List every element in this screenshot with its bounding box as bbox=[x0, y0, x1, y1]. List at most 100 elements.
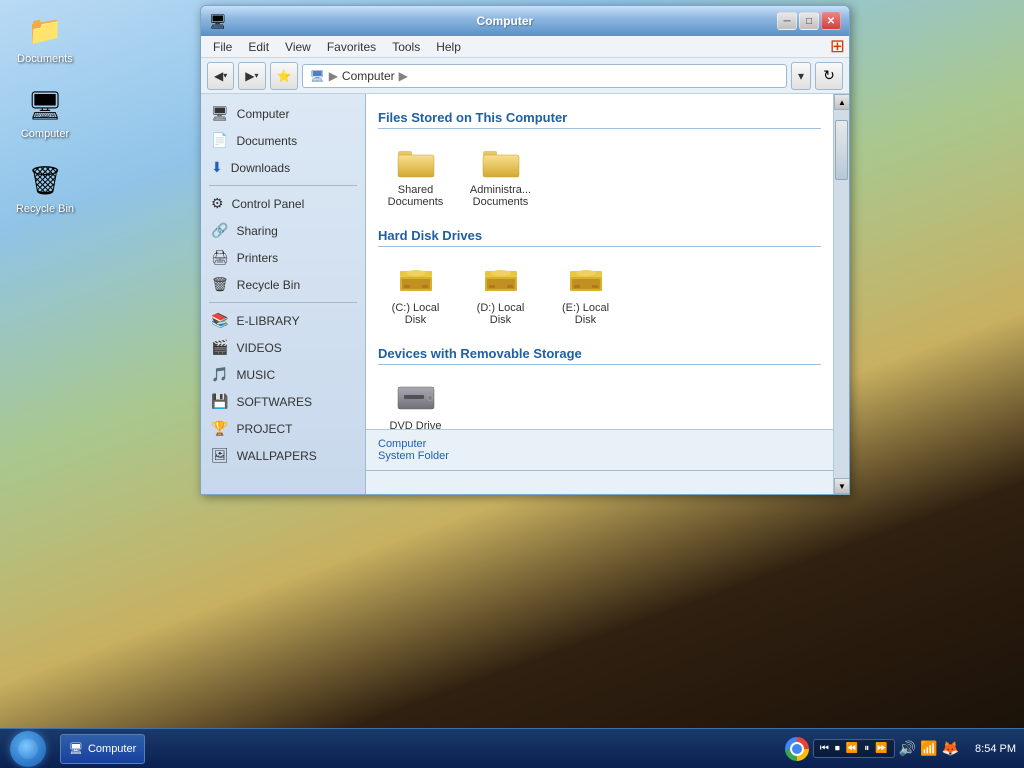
sidebar-item-project[interactable]: 🏆 PROJECT bbox=[201, 415, 365, 442]
sidebar-item-printers[interactable]: 🖨 Printers bbox=[201, 244, 365, 271]
sidebar-sharing-label: Sharing bbox=[236, 224, 277, 238]
address-separator: ▶ bbox=[329, 69, 338, 83]
printers-icon: 🖨 bbox=[211, 249, 229, 266]
recycle-bin-icon: 🗑 bbox=[25, 160, 65, 200]
system-clock[interactable]: 8:54 PM bbox=[967, 743, 1024, 755]
file-item-admin-docs[interactable]: Administra... Documents bbox=[463, 139, 538, 212]
media-controls: ⏮ ⏹ ⏪ ⏸ ⏩ bbox=[813, 739, 895, 758]
documents-label: Documents bbox=[17, 53, 73, 65]
scroll-track[interactable] bbox=[834, 110, 849, 478]
menu-view[interactable]: View bbox=[277, 38, 319, 56]
file-item-disk-e[interactable]: (E:) Local Disk bbox=[548, 257, 623, 330]
sidebar-item-computer[interactable]: 🖥 Computer bbox=[201, 100, 365, 127]
computer-icon: 🖥 bbox=[25, 85, 65, 125]
computer-label: Computer bbox=[21, 128, 69, 140]
chrome-tray-icon[interactable] bbox=[785, 737, 809, 761]
sidebar-videos-label: VIDEOS bbox=[236, 341, 281, 355]
wallpapers-icon: 🖼 bbox=[211, 447, 229, 464]
window-icon: 🖥 bbox=[209, 13, 227, 30]
sidebar-control-panel-label: Control Panel bbox=[232, 197, 305, 211]
sidebar-item-videos[interactable]: 🎬 VIDEOS bbox=[201, 334, 365, 361]
disk-e-icon bbox=[564, 261, 608, 299]
address-dropdown-button[interactable]: ▾ bbox=[791, 62, 811, 90]
tray-speaker-icon[interactable]: 🔊 bbox=[899, 740, 916, 757]
desktop-icon-computer[interactable]: 🖥 Computer bbox=[10, 85, 80, 140]
file-area: Files Stored on This Computer bbox=[366, 94, 833, 429]
softwares-icon: 💾 bbox=[211, 393, 228, 410]
desktop-icon-recycle[interactable]: 🗑 Recycle Bin bbox=[10, 160, 80, 215]
sidebar-item-softwares[interactable]: 💾 SOFTWARES bbox=[201, 388, 365, 415]
start-button[interactable] bbox=[0, 731, 56, 767]
close-button[interactable]: ✕ bbox=[821, 12, 841, 30]
scrollbar[interactable]: ▲ ▼ bbox=[833, 94, 849, 494]
tray-firefox-icon[interactable]: 🦊 bbox=[942, 740, 959, 757]
recent-pages-button[interactable]: ⭐ bbox=[270, 62, 299, 90]
media-stop-button[interactable]: ⏹ bbox=[833, 742, 842, 755]
sidebar-wallpapers-label: WALLPAPERS bbox=[237, 449, 317, 463]
taskbar-computer-icon: 🖥 bbox=[69, 742, 83, 755]
window-controls: ─ □ ✕ bbox=[777, 12, 841, 30]
computer-sidebar-icon: 🖥 bbox=[211, 105, 229, 122]
file-item-disk-c[interactable]: (C:) Local Disk bbox=[378, 257, 453, 330]
menu-edit[interactable]: Edit bbox=[240, 38, 277, 56]
dvd-icon bbox=[394, 379, 438, 417]
music-icon: 🎵 bbox=[211, 366, 228, 383]
status-bar bbox=[366, 470, 833, 494]
sharing-icon: 🔗 bbox=[211, 222, 228, 239]
address-bar[interactable]: 🖥 ▶ Computer ▶ bbox=[302, 64, 787, 88]
menu-tools[interactable]: Tools bbox=[384, 38, 428, 56]
scroll-thumb[interactable] bbox=[835, 120, 848, 180]
file-item-dvd[interactable]: DVD Drive bbox=[378, 375, 453, 429]
address-bar-computer-icon: 🖥 bbox=[309, 69, 324, 83]
forward-button[interactable]: ▶ ▾ bbox=[238, 62, 265, 90]
sidebar-item-music[interactable]: 🎵 MUSIC bbox=[201, 361, 365, 388]
tray-network-icon[interactable]: 📶 bbox=[920, 740, 937, 757]
back-button[interactable]: ◀ ▾ bbox=[207, 62, 234, 90]
file-item-disk-d[interactable]: (D:) Local Disk bbox=[463, 257, 538, 330]
sidebar-music-label: MUSIC bbox=[236, 368, 275, 382]
sidebar-item-documents[interactable]: 📄 Documents bbox=[201, 127, 365, 154]
sidebar-item-recycle-bin[interactable]: 🗑 Recycle Bin bbox=[201, 271, 365, 298]
menu-favorites[interactable]: Favorites bbox=[319, 38, 384, 56]
menu-help[interactable]: Help bbox=[428, 38, 469, 56]
menu-bar: File Edit View Favorites Tools Help ⊞ bbox=[201, 36, 849, 58]
shared-docs-icon bbox=[394, 143, 438, 181]
media-pause-button[interactable]: ⏸ bbox=[862, 742, 871, 755]
info-panel: Computer System Folder bbox=[366, 429, 833, 470]
sidebar-item-control-panel[interactable]: ⚙ Control Panel bbox=[201, 190, 365, 217]
disk-d-label: (D:) Local Disk bbox=[467, 302, 534, 326]
start-orb bbox=[10, 731, 46, 767]
sidebar-project-label: PROJECT bbox=[236, 422, 292, 436]
maximize-button[interactable]: □ bbox=[799, 12, 819, 30]
media-forward-button[interactable]: ⏩ bbox=[873, 742, 889, 755]
scroll-down-button[interactable]: ▼ bbox=[834, 478, 849, 494]
videos-icon: 🎬 bbox=[211, 339, 228, 356]
sidebar-item-elibrary[interactable]: 📚 E-LIBRARY bbox=[201, 307, 365, 334]
start-orb-inner bbox=[18, 739, 38, 759]
documents-sidebar-icon: 📄 bbox=[211, 132, 228, 149]
sidebar-item-wallpapers[interactable]: 🖼 WALLPAPERS bbox=[201, 442, 365, 469]
desktop-icon-documents[interactable]: 📁 Documents bbox=[10, 10, 80, 65]
downloads-sidebar-icon: ⬇ bbox=[211, 159, 223, 176]
main-content: 🖥 Computer 📄 Documents ⬇ Downloads ⚙ Con… bbox=[201, 94, 849, 494]
refresh-button[interactable]: ↻ bbox=[815, 62, 843, 90]
media-rewind-button[interactable]: ⏪ bbox=[844, 742, 860, 755]
sidebar-divider-2 bbox=[209, 302, 357, 303]
sidebar-item-downloads[interactable]: ⬇ Downloads bbox=[201, 154, 365, 181]
forward-icon: ▶ bbox=[245, 69, 254, 83]
taskbar: 🖥 Computer ⏮ ⏹ ⏪ ⏸ ⏩ 🔊 📶 🦊 8:54 PM bbox=[0, 728, 1024, 768]
windows-logo: ⊞ bbox=[830, 36, 845, 57]
media-prev-button[interactable]: ⏮ bbox=[818, 742, 831, 755]
admin-docs-icon bbox=[479, 143, 523, 181]
disk-c-icon bbox=[394, 261, 438, 299]
sidebar-printers-label: Printers bbox=[237, 251, 278, 265]
file-item-shared-docs[interactable]: Shared Documents bbox=[378, 139, 453, 212]
elibrary-icon: 📚 bbox=[211, 312, 228, 329]
minimize-button[interactable]: ─ bbox=[777, 12, 797, 30]
taskbar-item-computer[interactable]: 🖥 Computer bbox=[60, 734, 145, 764]
info-panel-link[interactable]: Computer System Folder bbox=[378, 438, 449, 462]
menu-file[interactable]: File bbox=[205, 38, 240, 56]
desktop-icons: 📁 Documents 🖥 Computer 🗑 Recycle Bin bbox=[10, 10, 80, 215]
sidebar-item-sharing[interactable]: 🔗 Sharing bbox=[201, 217, 365, 244]
scroll-up-button[interactable]: ▲ bbox=[834, 94, 849, 110]
